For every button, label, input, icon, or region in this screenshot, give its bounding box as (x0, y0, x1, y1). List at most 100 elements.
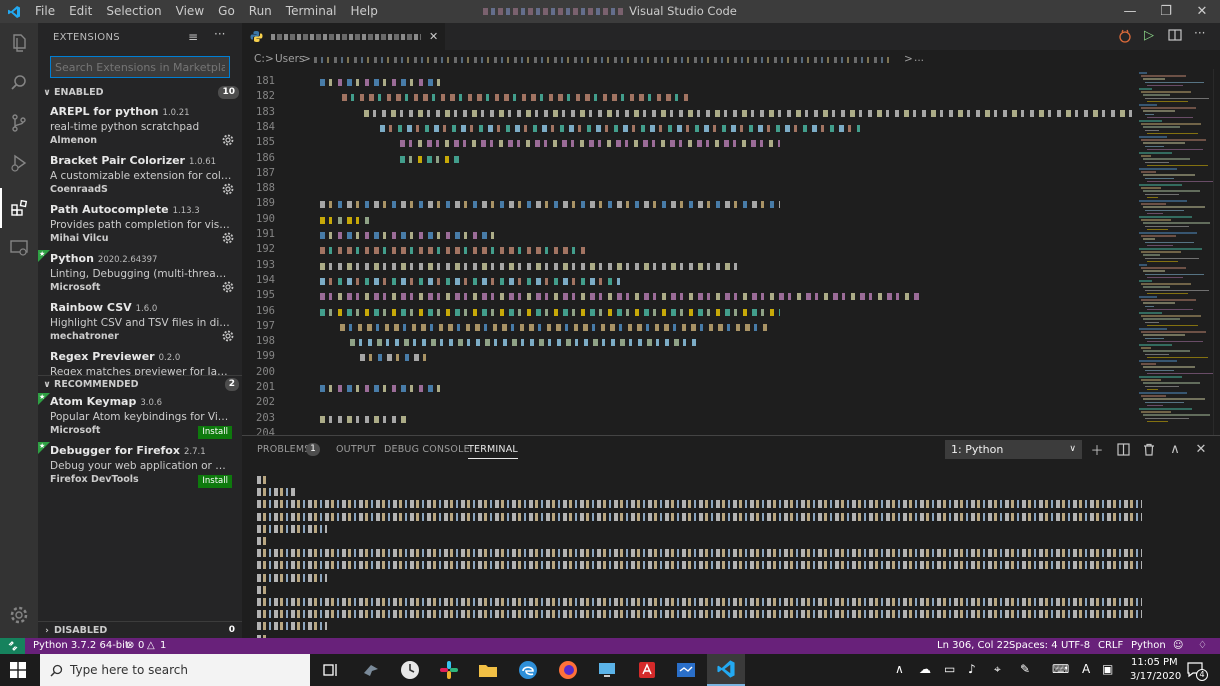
app-icon-clock[interactable] (399, 659, 421, 681)
trash-icon[interactable] (1140, 440, 1158, 458)
new-terminal-icon[interactable]: ＋ (1088, 440, 1106, 459)
encoding[interactable]: UTF-8 (1061, 638, 1090, 654)
breadcrumb-users[interactable]: Users (275, 53, 304, 65)
editor-more-icon[interactable]: ··· (1194, 26, 1205, 40)
pen-icon[interactable]: ✎ (1020, 662, 1030, 676)
menu-edit[interactable]: Edit (62, 0, 99, 23)
menu-file[interactable]: File (28, 0, 62, 23)
gear-icon[interactable] (222, 232, 234, 244)
tab-problems[interactable]: PROBLEMS (257, 444, 310, 455)
minimap[interactable] (1135, 69, 1213, 435)
slack-icon[interactable] (438, 659, 460, 681)
extensions-icon[interactable] (0, 188, 38, 228)
taskbar-clock-date[interactable]: 3/17/2020 (1130, 671, 1181, 682)
extension-item[interactable]: ★ Debugger for Firefox 2.7.1 Debug your w… (38, 442, 242, 491)
explorer-icon[interactable] (0, 23, 38, 63)
section-disabled[interactable]: › DISABLED 0 (38, 621, 242, 639)
extension-item[interactable]: Regex Previewer 0.2.0 Regex matches previ… (38, 348, 242, 375)
tab-debug-console[interactable]: DEBUG CONSOLE (384, 444, 470, 455)
volume-icon[interactable]: ♪ (968, 662, 976, 676)
onedrive-icon[interactable]: ☁ (919, 662, 931, 676)
line-ending[interactable]: CRLF (1098, 638, 1123, 654)
install-button[interactable]: Install (198, 426, 232, 439)
extension-item[interactable]: Path Autocomplete 1.13.3 Provides path co… (38, 201, 242, 250)
menu-help[interactable]: Help (344, 0, 385, 23)
app-icon-bird[interactable] (360, 659, 382, 681)
gear-icon[interactable] (222, 183, 234, 195)
editor-tab-active[interactable]: ✕ (242, 23, 445, 50)
extension-item[interactable]: Bracket Pair Colorizer 1.0.61 A customiza… (38, 152, 242, 201)
error-count[interactable]: 0 (138, 638, 144, 654)
language-mode[interactable]: Python (1131, 638, 1166, 654)
maximize-button[interactable]: ❐ (1148, 0, 1184, 23)
wifi-icon[interactable]: ⌖ (994, 662, 1001, 677)
extension-item[interactable]: Rainbow CSV 1.6.0 Highlight CSV and TSV f… (38, 299, 242, 348)
battery-icon[interactable]: ▭ (944, 662, 955, 676)
tab-terminal[interactable]: TERMINAL (468, 444, 518, 459)
section-recommended[interactable]: ∨ RECOMMENDED 2 (38, 375, 242, 393)
terminal-select[interactable]: 1: Python ∨ (945, 440, 1082, 459)
split-editor-icon[interactable] (1168, 28, 1182, 45)
more-actions-icon[interactable]: ··· (214, 27, 225, 41)
warning-icon[interactable]: △ (147, 638, 155, 654)
run-file-icon[interactable]: ▷ (1144, 28, 1154, 43)
app-icon-window[interactable] (675, 659, 697, 681)
firefox-icon[interactable] (557, 659, 579, 681)
source-control-icon[interactable] (0, 103, 38, 143)
input-language-icon[interactable]: A (1082, 662, 1090, 676)
menu-view[interactable]: View (169, 0, 211, 23)
menu-terminal[interactable]: Terminal (279, 0, 344, 23)
action-center-icon[interactable]: 4 (1186, 661, 1208, 682)
close-tab-icon[interactable]: ✕ (429, 30, 438, 43)
extension-item[interactable]: ★ Atom Keymap 3.0.6 Popular Atom keybindi… (38, 393, 242, 442)
remote-desktop-icon[interactable] (596, 659, 618, 681)
search-icon[interactable] (0, 63, 38, 103)
remote-indicator-icon[interactable] (0, 638, 25, 654)
install-button[interactable]: Install (198, 475, 232, 488)
python-interpreter[interactable]: Python 3.7.2 64-bit (33, 638, 129, 654)
section-enabled[interactable]: ∨ ENABLED 10 (38, 84, 242, 101)
split-terminal-icon[interactable] (1114, 440, 1132, 458)
filter-icon[interactable]: ≡ (188, 30, 198, 44)
indentation[interactable]: Spaces: 4 (1009, 638, 1058, 654)
edge-icon[interactable] (517, 659, 539, 681)
close-panel-icon[interactable]: ✕ (1192, 440, 1210, 458)
menu-go[interactable]: Go (211, 0, 242, 23)
maximize-panel-icon[interactable]: ∧ (1166, 440, 1184, 458)
tray-app-icon[interactable]: ▣ (1102, 662, 1113, 676)
extension-item[interactable]: ★ Python 2020.2.64397 Linting, Debugging … (38, 250, 242, 299)
gear-icon[interactable] (222, 330, 234, 342)
feedback-icon[interactable]: ☺ (1173, 638, 1183, 654)
menu-run[interactable]: Run (242, 0, 279, 23)
extensions-search-input[interactable] (50, 56, 230, 78)
run-debug-icon[interactable] (0, 143, 38, 183)
warning-count[interactable]: 1 (160, 638, 166, 654)
menu-selection[interactable]: Selection (99, 0, 168, 23)
line-number: 200 (256, 365, 275, 378)
taskbar-search-box[interactable]: Type here to search (40, 654, 310, 686)
windows-start-icon[interactable] (10, 662, 26, 681)
extension-item[interactable]: AREPL for python 1.0.21 real-time python … (38, 103, 242, 152)
notifications-bell-icon[interactable]: ♢ (1198, 638, 1207, 654)
editor-scrollbar[interactable] (1213, 69, 1220, 435)
breadcrumb-root[interactable]: C: (254, 53, 265, 65)
acrobat-icon[interactable] (636, 659, 658, 681)
taskbar-clock-time[interactable]: 11:05 PM (1131, 657, 1178, 668)
minimize-button[interactable]: — (1112, 0, 1148, 23)
close-window-button[interactable]: ✕ (1184, 0, 1220, 23)
remote-explorer-icon[interactable] (0, 228, 38, 268)
task-view-icon[interactable] (320, 659, 342, 681)
vscode-taskbar-icon[interactable] (707, 654, 745, 686)
gear-icon[interactable] (222, 134, 234, 146)
code-editor[interactable]: 181 182 183 184 185 186 187 188 189 190 191 192 193 1… (242, 69, 1135, 435)
tray-chevron-up-icon[interactable]: ∧ (895, 662, 904, 676)
breadcrumb-ellipsis[interactable]: ... (914, 52, 924, 64)
file-explorer-icon[interactable] (477, 659, 499, 681)
tab-output[interactable]: OUTPUT (336, 444, 376, 455)
manage-gear-icon[interactable] (0, 595, 38, 635)
arepl-icon[interactable] (1118, 29, 1132, 46)
keyboard-icon[interactable]: ⌨ (1052, 662, 1069, 676)
cursor-position[interactable]: Ln 306, Col 22 (937, 638, 1009, 654)
errors-icon[interactable]: ⊗ (126, 638, 134, 654)
gear-icon[interactable] (222, 281, 234, 293)
